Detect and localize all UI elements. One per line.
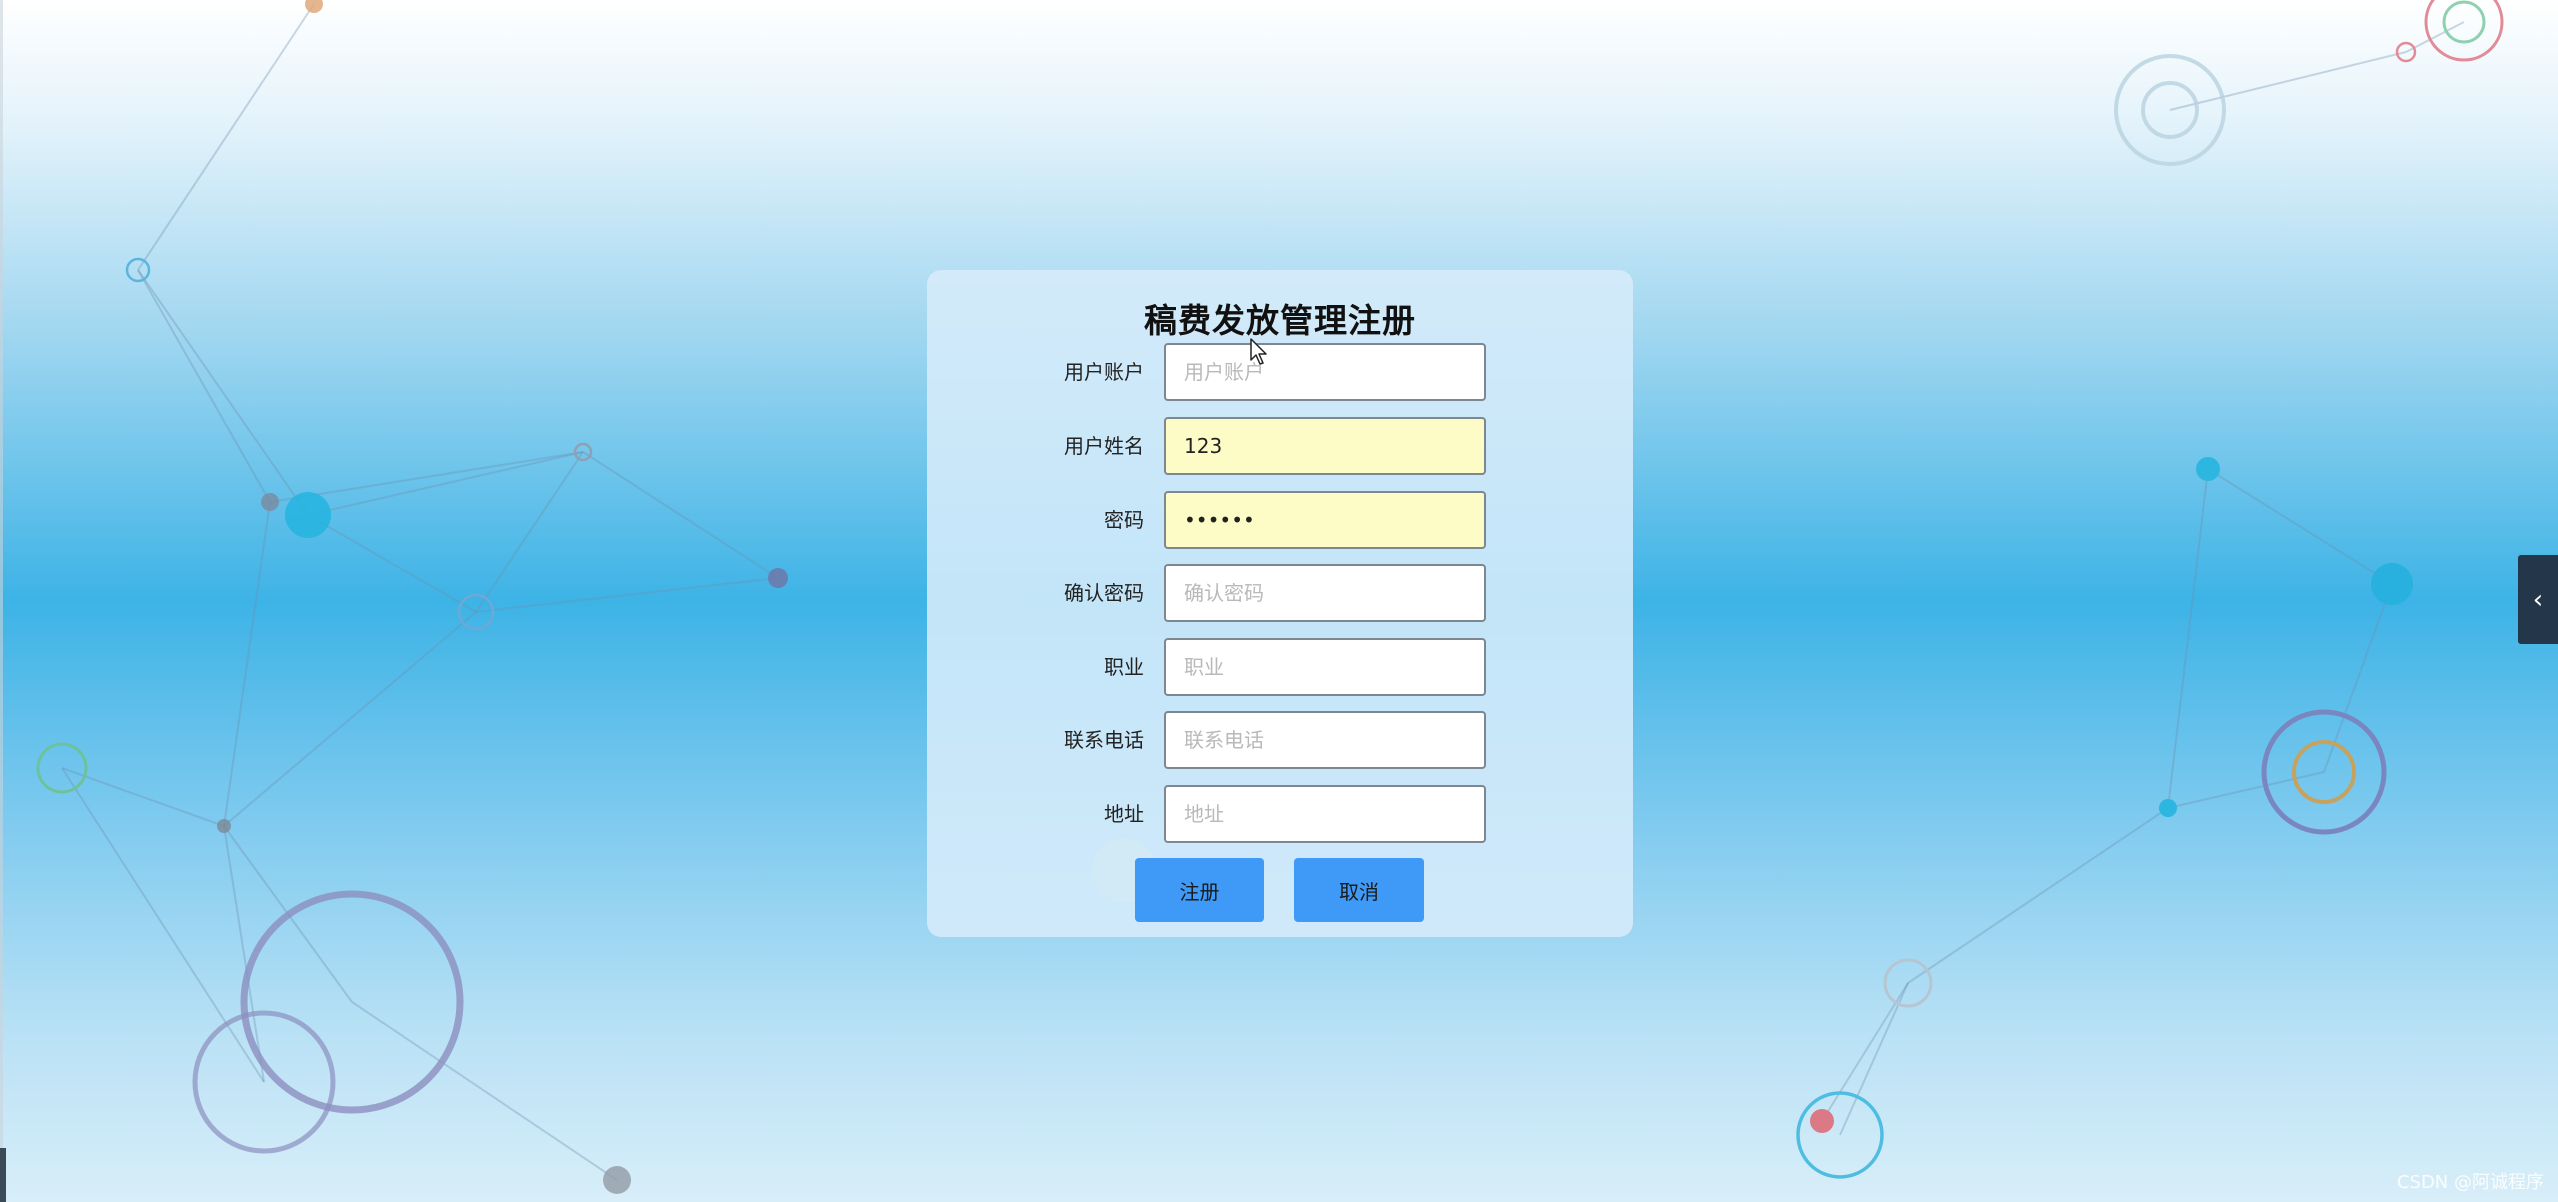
phone-row: 联系电话 (927, 711, 1633, 769)
occupation-label: 职业 (1104, 655, 1144, 679)
watermark: CSDN @阿诚程序 (2396, 1172, 2544, 1193)
side-panel-toggle[interactable]: ‹ (2518, 555, 2558, 644)
register-title: 稿费发放管理注册 (1144, 301, 1416, 340)
password-row: 密码 (927, 491, 1633, 549)
confirm-password-label: 确认密码 (1064, 581, 1144, 605)
confirm-password-input[interactable] (1164, 564, 1486, 622)
chevron-left-icon: ‹ (2532, 584, 2544, 615)
phone-input[interactable] (1164, 711, 1486, 769)
cancel-button[interactable]: 取消 (1294, 858, 1424, 922)
address-input[interactable] (1164, 785, 1486, 843)
confirm-password-row: 确认密码 (927, 564, 1633, 622)
address-label: 地址 (1104, 802, 1144, 826)
mouse-cursor-icon (1250, 338, 1267, 365)
left-edge-marker (0, 1148, 6, 1202)
register-button[interactable]: 注册 (1135, 858, 1264, 922)
occupation-input[interactable] (1164, 638, 1486, 696)
name-input[interactable] (1164, 417, 1486, 475)
name-row: 用户姓名 (927, 417, 1633, 475)
name-label: 用户姓名 (1064, 434, 1144, 458)
page-background: 稿费发放管理注册 用户账户 用户姓名 密码 确认密码 职业 联系电话 地址 (0, 0, 2558, 1202)
phone-label: 联系电话 (1064, 728, 1144, 752)
password-label: 密码 (1104, 508, 1144, 532)
address-row: 地址 (927, 785, 1633, 843)
account-input[interactable] (1164, 343, 1486, 401)
password-input[interactable] (1164, 491, 1486, 549)
account-row: 用户账户 (927, 343, 1633, 401)
account-label: 用户账户 (1064, 360, 1144, 384)
register-panel: 稿费发放管理注册 用户账户 用户姓名 密码 确认密码 职业 联系电话 地址 (927, 270, 1633, 937)
left-edge-line (0, 0, 3, 1202)
occupation-row: 职业 (927, 638, 1633, 696)
